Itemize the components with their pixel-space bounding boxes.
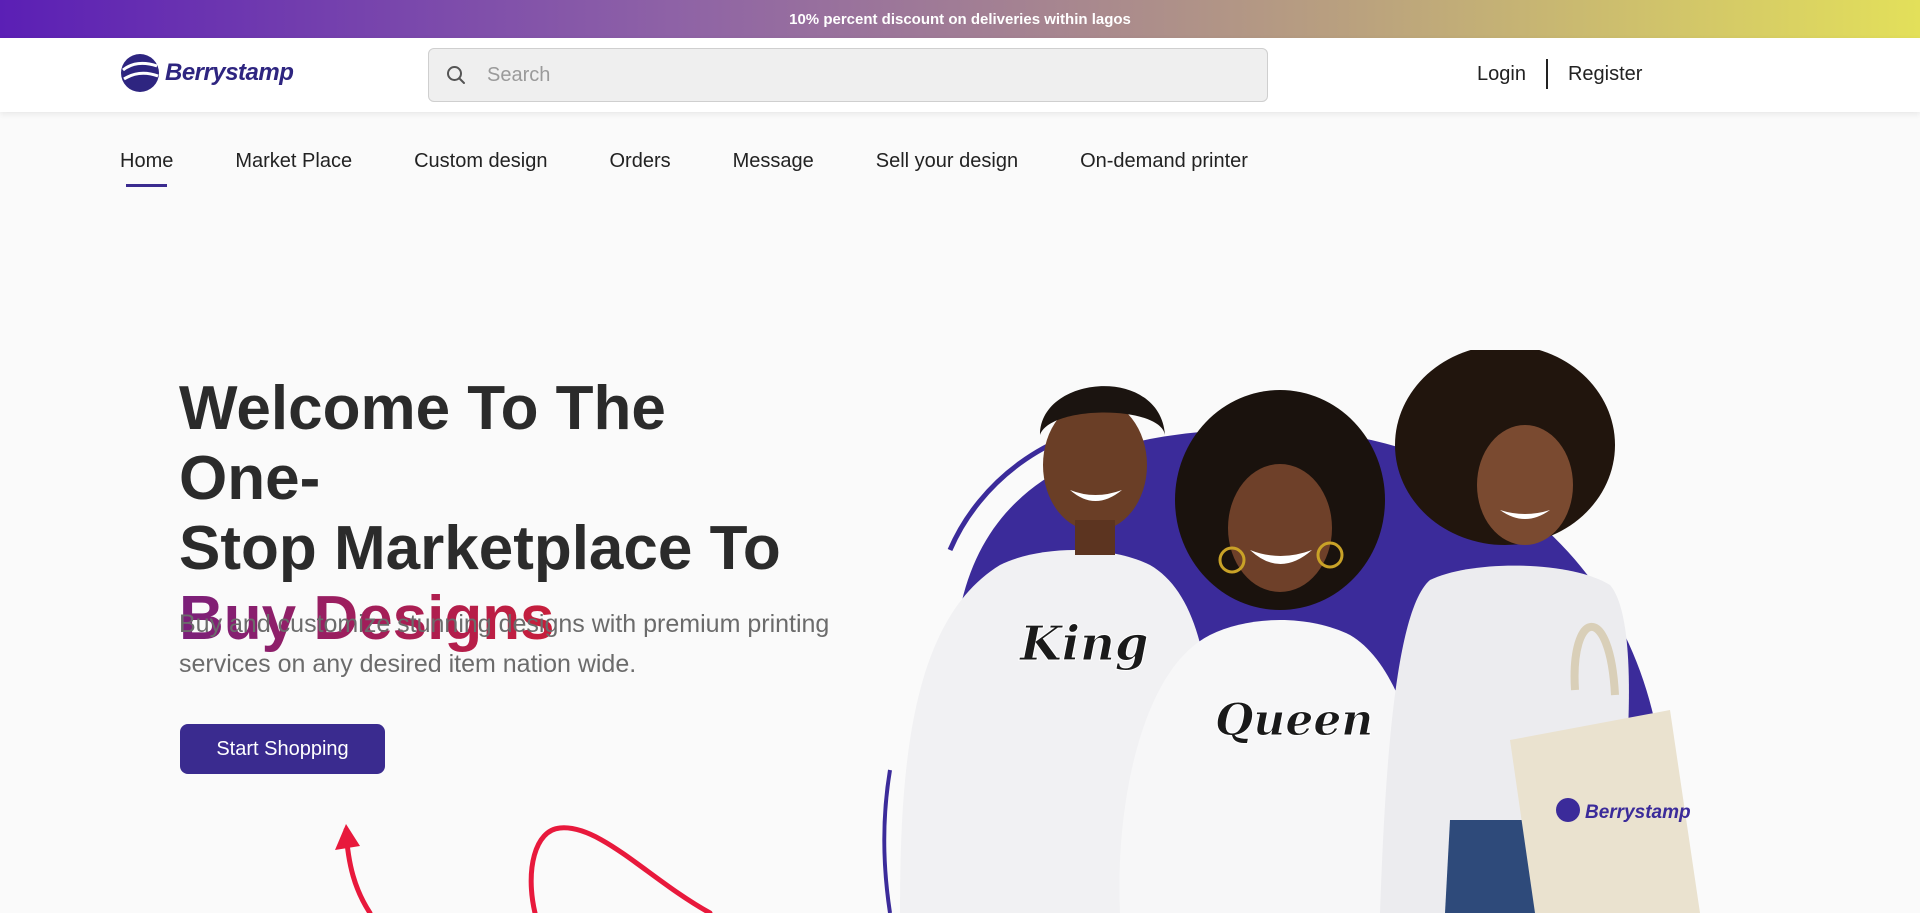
- woman-right-head-shape: [1477, 425, 1573, 545]
- shirt-text-king: King: [1018, 616, 1148, 672]
- hero-title-line-2: Stop Marketplace To: [179, 514, 781, 583]
- site-header: Berrystamp Login Register: [0, 38, 1920, 112]
- woman-left-head-shape: [1228, 464, 1332, 592]
- nav-item-on-demand-printer[interactable]: On-demand printer: [1080, 150, 1248, 187]
- hero-title-line-1: Welcome To The One-: [179, 374, 666, 513]
- nav-item-sell-your-design[interactable]: Sell your design: [876, 150, 1018, 187]
- search-input[interactable]: [487, 63, 1247, 87]
- login-link[interactable]: Login: [1477, 63, 1526, 86]
- berrystamp-logo-icon: [121, 54, 159, 92]
- nav-item-message[interactable]: Message: [733, 150, 814, 187]
- auth-links: Login Register: [1477, 58, 1642, 90]
- start-shopping-button[interactable]: Start Shopping: [180, 724, 385, 774]
- brand-name: Berrystamp: [165, 59, 294, 86]
- outline-arc-shape-2: [882, 769, 892, 913]
- nav-item-custom-design[interactable]: Custom design: [414, 150, 547, 187]
- hero-subtitle: Buy and customize stunning designs with …: [179, 610, 830, 678]
- tote-bag-logo-icon: [1556, 798, 1580, 822]
- promo-banner: 10% percent discount on deliveries withi…: [0, 0, 1920, 38]
- nav-item-orders[interactable]: Orders: [609, 150, 670, 187]
- register-link[interactable]: Register: [1568, 63, 1642, 86]
- promo-text: 10% percent discount on deliveries withi…: [789, 10, 1131, 28]
- hero-people-illustration: King Queen Berrystamp: [882, 350, 1700, 913]
- man-neck-shape: [1075, 520, 1115, 555]
- nav-item-home[interactable]: Home: [120, 150, 173, 187]
- shirt-text-queen: Queen: [1215, 695, 1373, 746]
- nav-item-market-place[interactable]: Market Place: [235, 150, 352, 187]
- decorative-arrows-icon: [335, 824, 713, 913]
- search-bar[interactable]: [428, 48, 1268, 102]
- main-nav: Home Market Place Custom design Orders M…: [120, 150, 1310, 187]
- auth-divider: [1545, 59, 1548, 89]
- search-icon: [447, 66, 465, 84]
- brand-logo[interactable]: Berrystamp: [119, 52, 294, 94]
- tote-bag-brand-text: Berrystamp: [1585, 802, 1691, 823]
